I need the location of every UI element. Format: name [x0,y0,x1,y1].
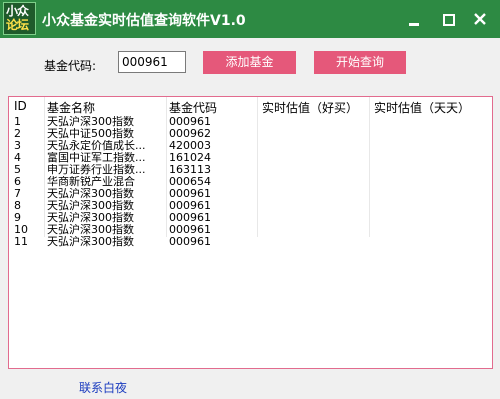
cell-id: 9 [14,212,21,224]
cell-fund-name: 富国中证军工指数... [47,152,146,164]
contact-link[interactable]: 联系白夜 [79,379,127,396]
cell-fund-code: 000961 [169,200,211,212]
table-row[interactable]: 8 天弘沪深300指数 000961 [9,200,492,212]
cell-fund-name: 天弘沪深300指数 [47,224,134,236]
minimize-button[interactable] [404,10,424,28]
cell-fund-code: 000961 [169,212,211,224]
header-estimate-tiantian[interactable]: 实时估值（天天） [374,99,470,116]
cell-fund-code: 000961 [169,188,211,200]
header-fund-code[interactable]: 基金代码 [169,99,217,116]
cell-fund-name: 天弘沪深300指数 [47,200,134,212]
cell-id: 6 [14,176,21,188]
cell-fund-code: 000962 [169,128,211,140]
table-row[interactable]: 10 天弘沪深300指数 000961 [9,224,492,236]
cell-fund-code: 000654 [169,176,211,188]
cell-fund-code: 000961 [169,236,211,248]
table-row[interactable]: 2 天弘中证500指数 000962 [9,128,492,140]
fund-code-input[interactable] [118,51,186,73]
cell-fund-code: 163113 [169,164,211,176]
table-row[interactable]: 9 天弘沪深300指数 000961 [9,212,492,224]
cell-fund-name: 天弘永定价值成长... [47,140,146,152]
window-title: 小众基金实时估值查询软件V1.0 [42,13,246,29]
minimize-icon [409,23,419,26]
cell-fund-name: 天弘沪深300指数 [47,212,134,224]
title-bar[interactable]: 小众 论坛 小众基金实时估值查询软件V1.0 [0,0,500,38]
fund-code-label: 基金代码: [44,59,97,73]
cell-id: 2 [14,128,21,140]
cell-id: 10 [14,224,28,236]
add-fund-button[interactable]: 添加基金 [203,51,296,74]
app-window: 小众 论坛 小众基金实时估值查询软件V1.0 基金代码: 添加基金 开始查询 I… [0,0,500,399]
table-row[interactable]: 3 天弘永定价值成长... 420003 [9,140,492,152]
cell-id: 4 [14,152,21,164]
table-row[interactable]: 5 申万证券行业指数... 163113 [9,164,492,176]
close-button[interactable] [470,10,490,28]
start-query-button[interactable]: 开始查询 [314,51,406,74]
cell-fund-name: 申万证券行业指数... [47,164,146,176]
cell-id: 11 [14,236,28,248]
table-row[interactable]: 6 华商新锐产业混合 000654 [9,176,492,188]
cell-fund-name: 天弘沪深300指数 [47,236,134,248]
cell-fund-code: 420003 [169,140,211,152]
table-header: ID 基金名称 基金代码 实时估值（好买） 实时估值（天天） [9,97,492,115]
app-logo: 小众 论坛 [3,2,36,35]
table-row[interactable]: 1 天弘沪深300指数 000961 [9,116,492,128]
header-estimate-howbuy[interactable]: 实时估值（好买） [262,99,358,116]
cell-fund-name: 天弘沪深300指数 [47,188,134,200]
cell-fund-name: 华商新锐产业混合 [47,176,135,188]
header-id[interactable]: ID [14,99,27,113]
maximize-button[interactable] [438,10,458,28]
cell-id: 3 [14,140,21,152]
cell-id: 5 [14,164,21,176]
table-row[interactable]: 11 天弘沪深300指数 000961 [9,236,492,248]
cell-id: 1 [14,116,21,128]
table-row[interactable]: 7 天弘沪深300指数 000961 [9,188,492,200]
fund-table[interactable]: ID 基金名称 基金代码 实时估值（好买） 实时估值（天天） 1 天弘沪深300… [8,96,493,369]
cell-fund-code: 000961 [169,116,211,128]
table-row[interactable]: 4 富国中证军工指数... 161024 [9,152,492,164]
cell-id: 8 [14,200,21,212]
cell-fund-code: 000961 [169,224,211,236]
close-icon [474,13,486,25]
cell-fund-name: 天弘沪深300指数 [47,116,134,128]
maximize-icon [443,14,455,26]
cell-fund-code: 161024 [169,152,211,164]
cell-fund-name: 天弘中证500指数 [47,128,134,140]
logo-text-bottom: 论坛 [6,18,29,32]
cell-id: 7 [14,188,21,200]
logo-text-top: 小众 [6,4,29,18]
header-fund-name[interactable]: 基金名称 [47,99,95,116]
